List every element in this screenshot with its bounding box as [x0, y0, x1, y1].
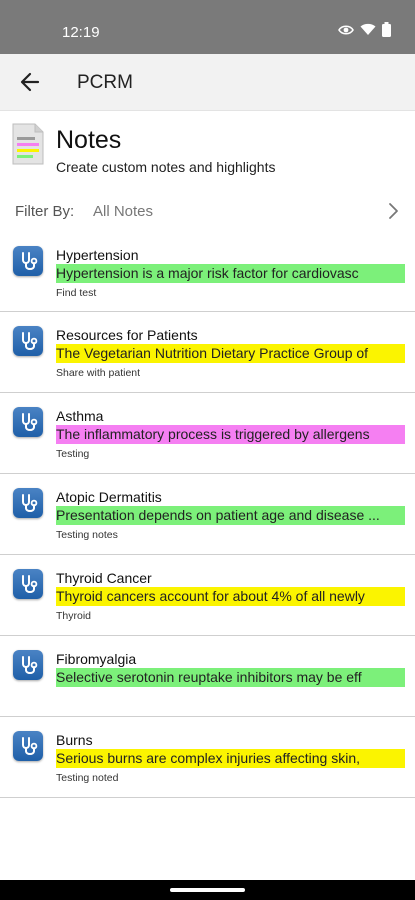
- note-item[interactable]: Asthma The inflammatory process is trigge…: [0, 393, 415, 474]
- note-icon: [13, 569, 43, 599]
- note-highlight: Hypertension is a major risk factor for …: [56, 264, 405, 283]
- app-bar: PCRM: [0, 54, 415, 111]
- notes-header: Notes Create custom notes and highlights: [0, 111, 415, 186]
- note-item[interactable]: Atopic Dermatitis Presentation depends on…: [0, 474, 415, 555]
- home-gesture-handle[interactable]: [170, 888, 245, 892]
- filter-value: All Notes: [93, 203, 154, 220]
- wifi-icon: [360, 23, 376, 35]
- stethoscope-icon: [22, 252, 38, 270]
- page-title: Notes: [56, 126, 122, 154]
- note-title: Asthma: [56, 408, 104, 424]
- status-bar: 12:19: [0, 0, 415, 54]
- note-meta: Testing notes: [56, 529, 118, 541]
- note-title: Resources for Patients: [56, 327, 198, 343]
- page-subtitle: Create custom notes and highlights: [56, 159, 276, 175]
- note-icon: [13, 488, 43, 518]
- filter-row[interactable]: Filter By: All Notes: [0, 190, 415, 233]
- note-meta: Share with patient: [56, 367, 141, 379]
- note-title: Fibromyalgia: [56, 651, 137, 667]
- note-item[interactable]: Hypertension Hypertension is a major risk…: [0, 232, 415, 312]
- note-highlight: Serious burns are complex injuries affec…: [56, 749, 405, 768]
- note-meta: Thyroid: [56, 610, 92, 622]
- note-icon: [13, 407, 43, 437]
- note-item[interactable]: Resources for Patients The Vegetarian Nut…: [0, 312, 415, 393]
- note-title: Burns: [56, 732, 93, 748]
- note-meta: Testing noted: [56, 772, 119, 784]
- note-highlight: Thyroid cancers account for about 4% of …: [56, 587, 405, 606]
- status-time: 12:19: [62, 24, 100, 41]
- note-highlight: The Vegetarian Nutrition Dietary Practic…: [56, 344, 405, 363]
- stethoscope-icon: [22, 737, 38, 755]
- stethoscope-icon: [22, 494, 38, 512]
- note-icon: [13, 650, 43, 680]
- note-item[interactable]: Burns Serious burns are complex injuries …: [0, 717, 415, 798]
- note-meta: Testing: [56, 448, 90, 460]
- battery-icon: [382, 22, 391, 37]
- note-title: Atopic Dermatitis: [56, 489, 162, 505]
- notes-list: Hypertension Hypertension is a major risk…: [0, 232, 415, 798]
- stethoscope-icon: [22, 332, 38, 350]
- navigation-bar: [0, 880, 415, 900]
- filter-label: Filter By:: [15, 203, 75, 220]
- eye-icon: [338, 24, 354, 35]
- status-icons: [338, 22, 391, 37]
- note-meta: Find test: [56, 287, 97, 299]
- note-icon: [13, 326, 43, 356]
- stethoscope-icon: [22, 413, 38, 431]
- back-arrow-icon: [20, 72, 40, 92]
- stethoscope-icon: [22, 656, 38, 674]
- app-title: PCRM: [77, 72, 133, 93]
- note-title: Hypertension: [56, 247, 139, 263]
- note-highlight: Selective serotonin reuptake inhibitors …: [56, 668, 405, 687]
- back-button[interactable]: [16, 68, 46, 96]
- note-highlight: Presentation depends on patient age and …: [56, 506, 405, 525]
- note-item[interactable]: Thyroid Cancer Thyroid cancers account fo…: [0, 555, 415, 636]
- note-icon: [13, 246, 43, 276]
- note-highlight: The inflammatory process is triggered by…: [56, 425, 405, 444]
- note-icon: [13, 731, 43, 761]
- notes-document-icon: [12, 123, 44, 165]
- stethoscope-icon: [22, 575, 38, 593]
- chevron-right-icon: [389, 203, 398, 219]
- note-title: Thyroid Cancer: [56, 570, 152, 586]
- note-item[interactable]: Fibromyalgia Selective serotonin reuptake…: [0, 636, 415, 717]
